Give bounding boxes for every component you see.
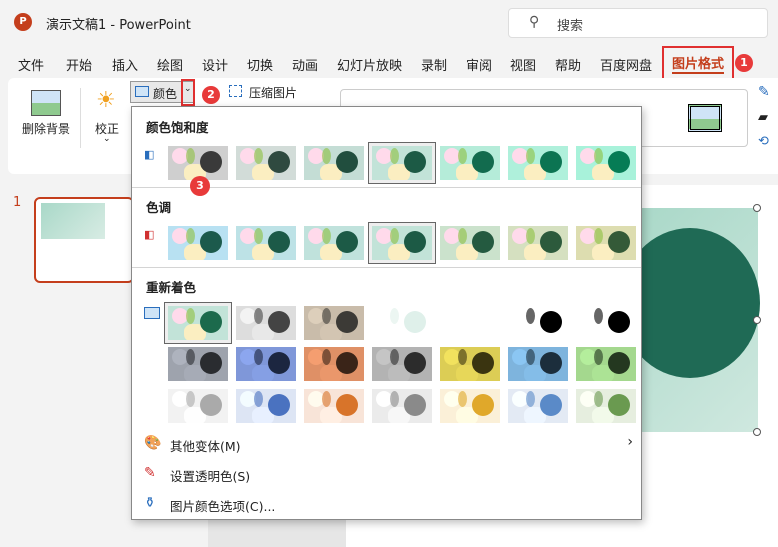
recolor-option[interactable]: [372, 389, 432, 423]
color-dropdown-panel: 颜色饱和度 ◧ 色调 ◧ 重新着色 🎨 其他变体(M) › ✎ 设置透明色(S) ⚱ 图…: [131, 106, 642, 520]
compress-pictures-button[interactable]: 压缩图片: [249, 84, 297, 101]
tab-0[interactable]: 文件: [18, 55, 44, 74]
tab-6[interactable]: 动画: [292, 55, 318, 74]
recolor-option[interactable]: [576, 306, 636, 340]
sun-icon: ☀: [96, 88, 116, 113]
saturation-option[interactable]: [236, 146, 296, 180]
color-dropdown-arrow[interactable]: ⌄: [181, 79, 195, 106]
tab-label: 图片格式: [672, 57, 725, 74]
tab-2[interactable]: 插入: [112, 55, 138, 74]
slide-number: 1: [13, 195, 22, 210]
saturation-option[interactable]: [440, 146, 500, 180]
step-badge-2: 2: [202, 86, 220, 104]
tone-option[interactable]: [168, 226, 228, 260]
tone-option[interactable]: [236, 226, 296, 260]
recolor-option[interactable]: [236, 347, 296, 381]
recolor-option[interactable]: [440, 389, 500, 423]
tab-4[interactable]: 设计: [202, 55, 228, 74]
recolor-option[interactable]: [440, 347, 500, 381]
change-picture-icon[interactable]: ⟲: [758, 134, 769, 149]
menu-label: 设置透明色(S): [170, 469, 251, 484]
recolor-option[interactable]: [304, 389, 364, 423]
remove-background-button[interactable]: 删除背景: [22, 120, 70, 137]
tab-12[interactable]: 百度网盘: [600, 55, 652, 74]
tab-7[interactable]: 幻灯片放映: [337, 55, 402, 74]
compress-icon: [229, 85, 242, 97]
tab-5[interactable]: 切换: [247, 55, 273, 74]
recolor-option[interactable]: [236, 389, 296, 423]
tone-icon: ◧: [144, 228, 155, 241]
recolor-option[interactable]: [372, 347, 432, 381]
resize-handle[interactable]: [753, 316, 761, 324]
recolor-icon: [144, 307, 160, 319]
saturation-option[interactable]: [508, 146, 568, 180]
recolor-option[interactable]: [508, 306, 568, 340]
tab-11[interactable]: 帮助: [555, 55, 581, 74]
set-transparent-color-menu-item[interactable]: ✎ 设置透明色(S): [140, 461, 635, 487]
slide-picture[interactable]: [620, 208, 760, 432]
divider: [132, 267, 641, 268]
resize-handle[interactable]: [753, 428, 761, 436]
tab-10[interactable]: 视图: [510, 55, 536, 74]
recolor-option[interactable]: [164, 302, 232, 344]
picture-color-options-menu-item[interactable]: ⚱ 图片颜色选项(C)...: [140, 491, 635, 517]
recolor-option[interactable]: [304, 306, 364, 340]
recolor-option[interactable]: [576, 347, 636, 381]
picture-icon: [135, 86, 149, 97]
slide-picture-thumbnail: [41, 203, 105, 239]
search-box[interactable]: ⚲ 搜索: [508, 8, 768, 38]
tone-option[interactable]: [304, 226, 364, 260]
recolor-option[interactable]: [372, 306, 432, 340]
paint-bucket-icon: ⚱: [144, 495, 156, 511]
recolor-option[interactable]: [236, 306, 296, 340]
tone-option[interactable]: [440, 226, 500, 260]
powerpoint-logo-icon: P: [14, 13, 32, 31]
picture-style-thumb[interactable]: [688, 104, 722, 132]
recolor-option[interactable]: [508, 389, 568, 423]
saturation-option[interactable]: [576, 146, 636, 180]
palette-icon: 🎨: [144, 435, 162, 451]
saturation-option[interactable]: [168, 146, 228, 180]
pen-icon: ✎: [144, 465, 156, 481]
saturation-option[interactable]: [368, 142, 436, 184]
step-badge-1: 1: [735, 54, 753, 72]
slide-thumbnail[interactable]: [34, 197, 134, 283]
recolor-option[interactable]: [304, 347, 364, 381]
recolor-option[interactable]: [508, 347, 568, 381]
color-label: 颜色: [153, 87, 178, 101]
picture-border-icon[interactable]: ✎: [758, 84, 770, 100]
remove-background-icon: [31, 90, 61, 116]
resize-handle[interactable]: [753, 204, 761, 212]
menu-label: 其他变体(M): [170, 439, 241, 454]
chevron-down-icon: ⌄: [103, 134, 111, 144]
recolor-heading: 重新着色: [146, 280, 197, 295]
chevron-right-icon: ›: [627, 434, 633, 450]
search-placeholder: 搜索: [557, 19, 584, 34]
tab-8[interactable]: 录制: [421, 55, 447, 74]
tab-3[interactable]: 绘图: [157, 55, 183, 74]
eraser-icon[interactable]: ▰: [758, 110, 768, 125]
tone-option[interactable]: [576, 226, 636, 260]
tone-option[interactable]: [508, 226, 568, 260]
step-badge-3: 3: [190, 176, 210, 196]
saturation-icon: ◧: [144, 148, 155, 161]
title-bar: P 演示文稿1 - PowerPoint ⚲ 搜索: [0, 0, 778, 44]
divider: [80, 88, 81, 148]
recolor-option[interactable]: [576, 389, 636, 423]
tab-1[interactable]: 开始: [66, 55, 92, 74]
menu-label: 图片颜色选项(C)...: [170, 499, 276, 514]
tab-9[interactable]: 审阅: [466, 55, 492, 74]
recolor-option[interactable]: [168, 389, 228, 423]
more-variations-menu-item[interactable]: 🎨 其他变体(M) ›: [140, 431, 635, 457]
tone-option[interactable]: [368, 222, 436, 264]
saturation-option[interactable]: [304, 146, 364, 180]
recolor-option[interactable]: [168, 347, 228, 381]
document-title: 演示文稿1 - PowerPoint: [46, 18, 191, 33]
search-icon: ⚲: [529, 14, 540, 30]
tone-heading: 色调: [146, 200, 172, 215]
saturation-heading: 颜色饱和度: [146, 120, 209, 135]
recolor-option[interactable]: [440, 306, 500, 340]
